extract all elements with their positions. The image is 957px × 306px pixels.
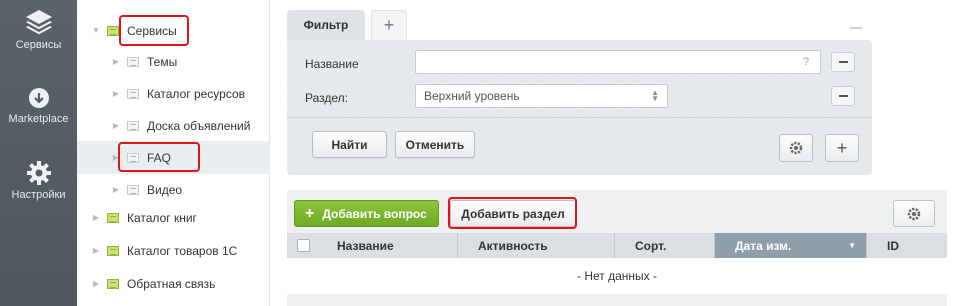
section-select-value: Верхний уровень	[424, 89, 520, 103]
remove-name-field-button[interactable]	[831, 52, 855, 72]
updown-arrows-icon: ▲ ▼	[651, 88, 659, 103]
plus-icon: +	[305, 204, 315, 222]
folder-icon	[127, 56, 139, 67]
plus-icon: +	[836, 138, 848, 158]
chevron-down-icon[interactable]: ▼	[91, 26, 101, 35]
empty-table-row: - Нет данных -	[287, 258, 947, 294]
filter-settings-button[interactable]	[779, 134, 813, 162]
folder-icon	[127, 184, 139, 195]
folder-icon	[127, 152, 139, 163]
chevron-right-icon[interactable]: ▶	[111, 57, 121, 66]
tree-item-feedback[interactable]: ▶ Обратная связь	[77, 267, 270, 300]
chevron-right-icon[interactable]: ▶	[111, 153, 121, 162]
remove-section-field-button[interactable]	[831, 86, 855, 106]
add-filter-field-button[interactable]: +	[825, 134, 859, 162]
select-all-checkbox[interactable]	[297, 239, 310, 252]
tree-item-label: Видео	[147, 182, 183, 197]
folder-icon	[127, 88, 139, 99]
gear-icon	[789, 141, 803, 155]
sidebar-marketplace[interactable]: Marketplace	[0, 86, 77, 125]
chevron-right-icon[interactable]: ▶	[111, 121, 121, 130]
add-question-label: Добавить вопрос	[322, 206, 427, 221]
tree-item-goods-1c[interactable]: ▶ Каталог товаров 1С	[77, 234, 270, 267]
tree-item-label: Каталог товаров 1С	[127, 243, 238, 258]
section-select[interactable]: Верхний уровень ▲ ▼	[415, 84, 668, 108]
tree-item-books[interactable]: ▶ Каталог книг	[77, 201, 270, 234]
cancel-button[interactable]: Отменить	[395, 131, 475, 158]
tree-item-label: FAQ	[147, 150, 172, 165]
folder-icon	[127, 120, 139, 131]
name-field-label: Название	[305, 57, 359, 71]
add-question-button[interactable]: + Добавить вопрос	[294, 200, 439, 227]
chevron-right-icon[interactable]: ▶	[111, 185, 121, 194]
tree-item-board[interactable]: ▶ Доска объявлений	[77, 109, 270, 142]
gear-icon	[26, 161, 51, 185]
filter-divider	[287, 117, 872, 118]
sidebar-services[interactable]: Сервисы	[0, 8, 77, 51]
add-section-button[interactable]: Добавить раздел	[450, 200, 576, 227]
layers-icon	[25, 10, 52, 35]
help-icon[interactable]: ?	[803, 56, 809, 68]
column-header-date-label: Дата изм.	[735, 238, 792, 253]
section-field-label: Раздел:	[305, 91, 348, 105]
tree-item-themes[interactable]: ▶ Темы	[77, 45, 270, 78]
tree-item-services[interactable]: ▼ Сервисы	[77, 14, 270, 47]
find-button[interactable]: Найти	[312, 131, 387, 158]
collapse-filter-icon[interactable]	[850, 27, 862, 29]
chevron-right-icon[interactable]: ▶	[111, 89, 121, 98]
sort-desc-icon: ▼	[848, 241, 856, 250]
gear-icon	[907, 207, 921, 220]
column-header-name[interactable]: Название	[317, 233, 457, 258]
folder-icon	[107, 278, 119, 289]
tree-item-label: Доска объявлений	[147, 118, 251, 133]
tab-filter[interactable]: Фильтр	[287, 10, 365, 40]
tree-item-faq[interactable]: ▶ FAQ	[77, 141, 270, 174]
main-sidebar: Сервисы Marketplace Настройки	[0, 0, 77, 306]
folder-icon	[107, 25, 119, 36]
table-footer	[287, 294, 947, 306]
sidebar-services-label: Сервисы	[15, 39, 62, 51]
chevron-right-icon[interactable]: ▶	[91, 213, 101, 222]
sidebar-settings[interactable]: Настройки	[0, 160, 77, 201]
folder-icon	[107, 245, 119, 256]
table-header: Название Активность Сорт. Дата изм. ▼ ID	[287, 233, 947, 258]
cloud-download-icon	[28, 88, 49, 108]
minus-icon	[838, 95, 848, 97]
add-filter-tab-button[interactable]: +	[371, 10, 407, 40]
chevron-right-icon[interactable]: ▶	[91, 279, 101, 288]
chevron-right-icon[interactable]: ▶	[91, 246, 101, 255]
empty-message: - Нет данных -	[577, 269, 657, 283]
tree-item-label: Сервисы	[127, 23, 177, 38]
tree-item-label: Каталог книг	[127, 210, 197, 225]
sidebar-settings-label: Настройки	[11, 189, 66, 201]
column-header-sort[interactable]: Сорт.	[614, 233, 714, 258]
list-settings-button[interactable]	[893, 200, 935, 227]
folder-icon	[107, 212, 119, 223]
column-header-id[interactable]: ID	[866, 233, 947, 258]
tree-item-label: Каталог ресурсов	[147, 86, 246, 101]
minus-icon	[838, 61, 848, 63]
column-header-active[interactable]: Активность	[457, 233, 614, 258]
tree-item-resource-catalog[interactable]: ▶ Каталог ресурсов	[77, 77, 270, 110]
tree-item-label: Обратная связь	[127, 276, 216, 291]
tree-item-label: Темы	[147, 54, 178, 69]
name-input[interactable]	[415, 50, 821, 74]
column-header-date[interactable]: Дата изм. ▼	[714, 233, 866, 258]
sidebar-marketplace-label: Marketplace	[8, 113, 69, 125]
section-tree: ▼ Сервисы ▶ Темы ▶ Каталог ресурсов ▶ До…	[77, 0, 270, 306]
